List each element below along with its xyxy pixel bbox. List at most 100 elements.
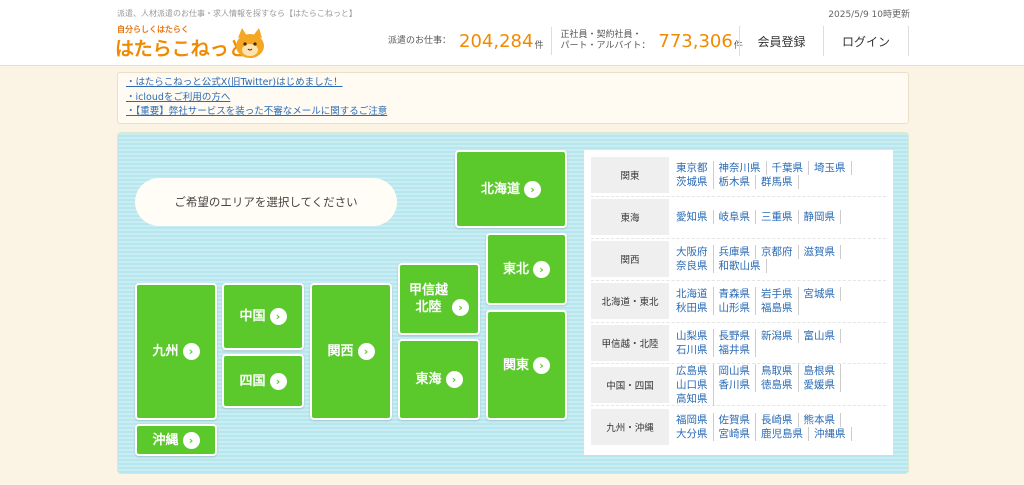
dispatch-count: 204,284 [459,30,534,52]
prefecture-link[interactable]: 新潟県 [761,329,799,343]
prefecture-link[interactable]: 愛媛県 [804,377,841,392]
prefecture-link[interactable]: 富山県 [804,329,841,343]
region-label: 甲信越 [408,283,448,298]
prefecture-link[interactable]: 秋田県 [676,301,714,316]
region-label: 関東 [502,357,529,373]
prefecture-link[interactable]: 奈良県 [676,259,714,274]
chevron-right-icon: › [182,431,200,449]
prefecture-link[interactable]: 北海道 [676,287,714,302]
region-label: 東海 [415,372,442,387]
prefecture-link[interactable]: 島根県 [804,363,841,378]
table-row: 関西 大阪府 兵庫県 京都府 滋賀県 奈良県 和歌山県 [591,239,886,281]
chevron-right-icon: › [269,372,287,390]
update-timestamp: 2025/5/9 10時更新 [828,10,910,20]
prefecture-link[interactable]: 鳥取県 [761,363,799,378]
region-hokkaido[interactable]: 北海道 › [455,150,567,228]
site-logo[interactable]: 自分らしくはたらく はたらこねっと [115,24,275,62]
prefecture-link[interactable]: 大分県 [676,427,714,442]
prefecture-link[interactable]: 神奈川県 [719,161,767,176]
prefecture-links: 山梨県 長野県 新潟県 富山県 石川県 福井県 [676,329,886,357]
prefecture-link[interactable]: 兵庫県 [719,245,756,260]
chevron-right-icon: › [452,298,469,316]
prefecture-link[interactable]: 埼玉県 [814,161,852,176]
notice-link[interactable]: ・【重要】弊社サービスを装った不審なメールに関するご注意 [126,105,900,120]
table-row: 九州・沖縄 福岡県 佐賀県 長崎県 熊本県 大分県 宮崎県 鹿児島県 沖縄県 [591,406,886,448]
prefecture-link[interactable]: 岡山県 [719,363,756,378]
prefecture-link[interactable]: 山形県 [719,301,756,316]
region-label: 四国 [239,373,266,389]
table-row: 関東 東京都 神奈川県 千葉県 埼玉県 茨城県 栃木県 群馬県 [591,155,886,197]
prefecture-link[interactable]: 香川県 [719,377,756,392]
prefecture-link[interactable]: 茨城県 [676,175,714,190]
prefecture-link[interactable]: 沖縄県 [814,427,852,442]
login-button[interactable]: ログイン [823,26,909,56]
chevron-right-icon: › [445,371,463,388]
region-label: 東北 [502,261,529,277]
chevron-right-icon: › [533,260,550,278]
prefecture-link[interactable]: 千葉県 [772,161,809,176]
prefecture-link[interactable]: 三重県 [761,210,799,225]
prefecture-link[interactable]: 長崎県 [761,413,799,428]
prefecture-link[interactable]: 京都府 [761,245,799,260]
chevron-right-icon: › [524,180,541,198]
site-header: 派遣、人材派遣のお仕事・求人情報を探すなら【はたらこねっと】 2025/5/9 … [0,0,1024,66]
region-tohoku[interactable]: 東北 › [486,233,567,305]
prefecture-link[interactable]: 山口県 [676,377,714,392]
prefecture-link[interactable]: 和歌山県 [719,259,767,274]
prefecture-link[interactable]: 福井県 [719,343,756,357]
prefecture-link[interactable]: 静岡県 [804,210,841,225]
prefecture-link[interactable]: 石川県 [676,343,714,357]
table-row: 北海道・東北 北海道 青森県 岩手県 宮城県 秋田県 山形県 福島県 [591,281,886,323]
area-category: 関西 [591,241,669,278]
prefecture-link[interactable]: 徳島県 [761,377,799,392]
prefecture-table: 関東 東京都 神奈川県 千葉県 埼玉県 茨城県 栃木県 群馬県 東海 愛知県 岐… [584,150,893,455]
prefecture-link[interactable]: 山梨県 [676,329,714,343]
region-label: 北海道 [480,181,520,197]
table-row: 甲信越・北陸 山梨県 長野県 新潟県 富山県 石川県 福井県 [591,323,886,365]
prefecture-link[interactable]: 大阪府 [676,245,714,260]
prefecture-link[interactable]: 岐阜県 [719,210,756,225]
prefecture-link[interactable]: 広島県 [676,363,714,378]
prefecture-link[interactable]: 群馬県 [761,175,799,190]
region-koshinetsu-hokuriku[interactable]: 甲信越 北陸 › [398,263,480,335]
prefecture-link[interactable]: 滋賀県 [804,245,841,260]
prefecture-link[interactable]: 高知県 [676,391,714,406]
region-shikoku[interactable]: 四国 › [222,354,304,408]
prefecture-link[interactable]: 長野県 [719,329,756,343]
prefecture-link[interactable]: 宮崎県 [719,427,756,442]
job-counts: 派遣のお仕事： 204,284 件 正社員・契約社員・ パート・アルバイト： 7… [388,26,743,56]
prefecture-link[interactable]: 岩手県 [761,287,799,302]
region-chugoku[interactable]: 中国 › [222,283,304,350]
region-label: 中国 [239,309,266,324]
prefecture-link[interactable]: 福島県 [761,301,799,316]
divider [551,27,553,55]
prefecture-link[interactable]: 佐賀県 [719,413,756,428]
member-register-button[interactable]: 会員登録 [739,26,823,56]
prefecture-links: 北海道 青森県 岩手県 宮城県 秋田県 山形県 福島県 [676,287,886,316]
prefecture-links: 東京都 神奈川県 千葉県 埼玉県 茨城県 栃木県 群馬県 [676,161,886,190]
region-kyushu[interactable]: 九州 › [135,283,217,420]
regular-count-label-line2: パート・アルバイト： [560,41,651,51]
notice-link[interactable]: ・icloudをご利用の方へ [126,91,900,106]
prefecture-link[interactable]: 東京都 [676,161,714,176]
prefecture-link[interactable]: 鹿児島県 [761,427,809,442]
prefecture-link[interactable]: 栃木県 [719,175,756,190]
region-okinawa[interactable]: 沖縄 › [135,424,217,456]
notice-link[interactable]: ・はたらこねっと公式X(旧Twitter)はじめました！ [126,76,900,91]
chevron-right-icon: › [357,343,375,360]
region-kanto[interactable]: 関東 › [486,310,567,420]
prefecture-link[interactable]: 宮城県 [804,287,841,302]
region-kansai[interactable]: 関西 › [310,283,392,420]
notice-box: ・はたらこねっと公式X(旧Twitter)はじめました！ ・icloudをご利用… [117,72,909,124]
prefecture-link[interactable]: 福岡県 [676,413,714,428]
prefecture-link[interactable]: 熊本県 [804,413,841,428]
region-tokai[interactable]: 東海 › [398,339,480,420]
regular-count: 773,306 [658,30,733,52]
prefecture-link[interactable]: 愛知県 [676,210,714,225]
prefecture-links: 広島県 岡山県 鳥取県 島根県 山口県 香川県 徳島県 愛媛県 高知県 [676,363,886,406]
region-label: 沖縄 [152,432,179,448]
prefecture-links: 大阪府 兵庫県 京都府 滋賀県 奈良県 和歌山県 [676,245,886,274]
prefecture-link[interactable]: 青森県 [719,287,756,302]
area-category: 関東 [591,157,669,194]
area-map: ご希望のエリアを選択してください 北海道 › 東北 › 甲信越 北陸 › 関東 › 東海 ›… [117,132,909,474]
